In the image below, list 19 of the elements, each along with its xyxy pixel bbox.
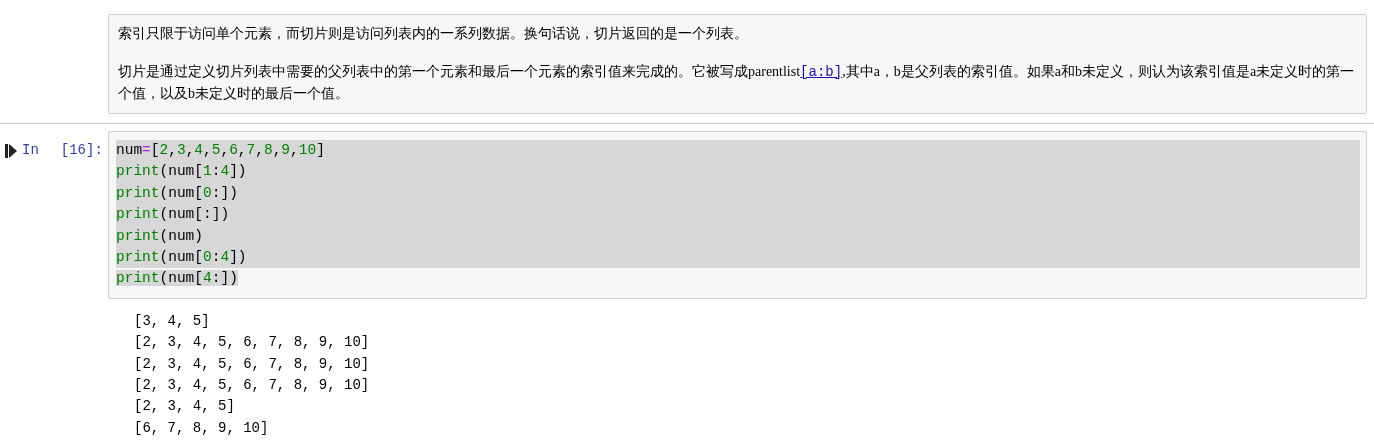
execution-count: [16]: [60,142,103,158]
output-line: [2, 3, 4, 5, 6, 7, 8, 9, 10] [134,333,371,353]
code-line: print(num[1:4]) [116,163,247,180]
code-line: print(num[0:4]) [116,249,247,266]
paragraph: 切片是通过定义切片列表中需要的父列表中的第一个元素和最后一个元素的索引值来完成的。它被写成parentlist[a:b],其中a，b是父列表的索引值。如果a和b未定义，则认为该索引值是a未定义时的第一个值，以及b未定义时的最后一个值。 [118,63,1356,103]
output-line: [6, 7, 8, 9, 10] [134,418,270,438]
run-icon[interactable] [5,144,17,158]
code-line: num=[2,3,4,5,6,7,8,9,10] [116,142,325,158]
output-line: [2, 3, 4, 5, 6, 7, 8, 9, 10] [134,354,371,374]
paragraph: 索引只限于访问单个元素，而切片则是访问列表内的一系列数据。换句话说，切片返回的是一个列表。 [118,25,749,43]
code-line: print(num) [116,227,204,244]
prompt-label: In [22,142,39,158]
code-line: print(num[0:]) [116,184,238,201]
output-line: [2, 3, 4, 5] [134,397,236,417]
code-input-area[interactable]: num=[2,3,4,5,6,7,8,9,10] print(num[1:4]) print(num[0:]) print(num[:]) print(num) print(num[0:4]) print(num[4:]) [108,131,1367,299]
output-line: [2, 3, 4, 5, 6, 7, 8, 9, 10] [134,376,371,396]
code-line: print(num[:]) [116,206,230,223]
output-line: [3, 4, 5] [134,311,211,331]
link[interactable]: [a:b] [800,64,843,80]
